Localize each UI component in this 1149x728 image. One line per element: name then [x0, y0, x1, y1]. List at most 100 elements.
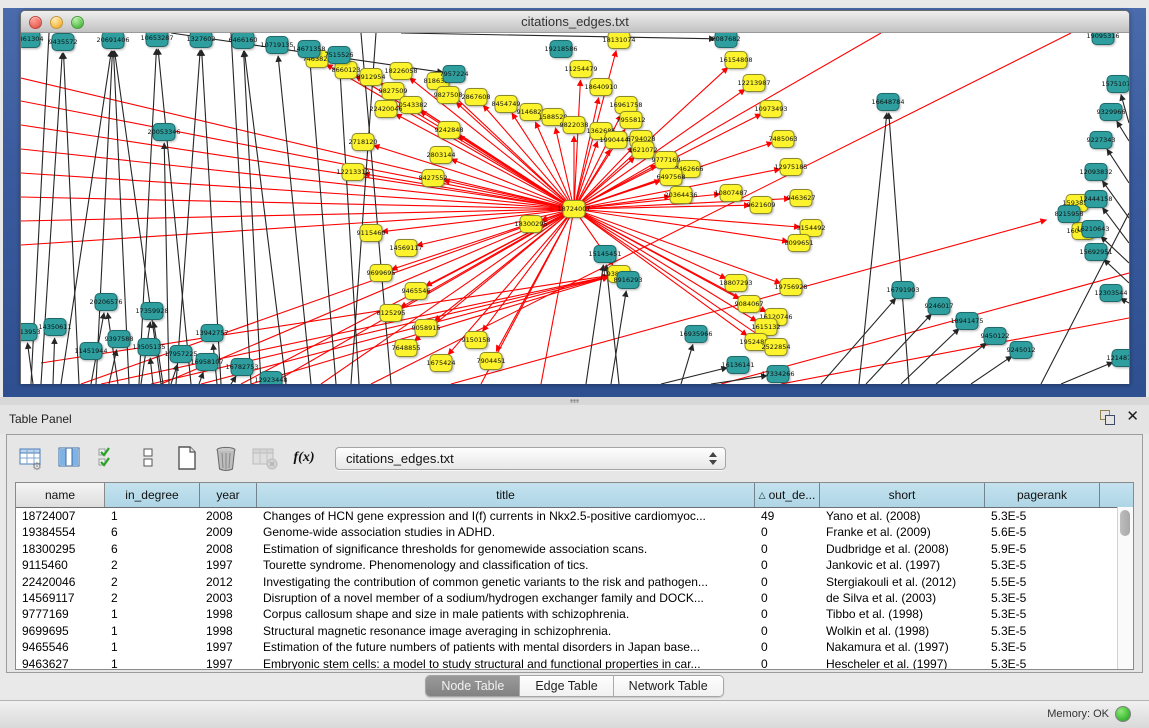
- table-cell[interactable]: Franke et al. (2009): [820, 524, 985, 540]
- graph-node-8125295[interactable]: 8125295: [377, 305, 406, 322]
- table-cell[interactable]: Structural magnetic resonance image aver…: [257, 623, 755, 639]
- graph-edge[interactable]: [889, 113, 909, 384]
- graph-edge[interactable]: [231, 33, 251, 384]
- graph-node-20206576[interactable]: 20206576: [89, 294, 122, 311]
- table-cell[interactable]: Estimation of significance thresholds fo…: [257, 541, 755, 557]
- graph-node-16648784[interactable]: 16648784: [871, 94, 904, 111]
- table-cell[interactable]: Yano et al. (2008): [820, 508, 985, 524]
- table-cell[interactable]: 14569117: [16, 590, 105, 606]
- graph-node-7485063[interactable]: 7485063: [769, 131, 798, 148]
- graph-node-16154808[interactable]: 16154808: [719, 52, 752, 69]
- column-select-checklist-icon[interactable]: [95, 444, 123, 472]
- graph-node-2718120[interactable]: 2718120: [349, 134, 378, 151]
- graph-edge[interactable]: [414, 209, 574, 341]
- graph-node-9245012[interactable]: 9245012: [1007, 342, 1036, 359]
- graph-edge[interactable]: [711, 376, 767, 384]
- graph-node-9827508[interactable]: 9827508: [434, 87, 463, 104]
- table-cell[interactable]: 0: [755, 639, 820, 655]
- graph-node-16136141[interactable]: 16136141: [721, 357, 754, 374]
- graph-node-9084067[interactable]: 9084067: [735, 296, 764, 313]
- table-cell[interactable]: 22420046: [16, 574, 105, 590]
- table-settings-icon[interactable]: ⚙: [17, 444, 45, 472]
- graph-node-20691406[interactable]: 20691406: [96, 33, 129, 49]
- graph-edge[interactable]: [108, 313, 118, 384]
- graph-node-2803144[interactable]: 2803144: [427, 147, 456, 164]
- table-cell[interactable]: 9115460: [16, 557, 105, 573]
- table-cell[interactable]: 5.3E-5: [985, 606, 1100, 622]
- graph-node-14569117[interactable]: 14569117: [389, 240, 422, 257]
- graph-node-6466160[interactable]: 6466160: [229, 33, 258, 49]
- table-cell[interactable]: 5.3E-5: [985, 639, 1100, 655]
- table-cell[interactable]: Wolkin et al. (1998): [820, 623, 985, 639]
- table-row[interactable]: 1830029562008Estimation of significance …: [16, 541, 1133, 557]
- table-cell[interactable]: 1998: [200, 606, 257, 622]
- graph-edge[interactable]: [21, 197, 574, 209]
- graph-edge[interactable]: [158, 49, 191, 384]
- table-cell[interactable]: Changes of HCN gene expression and I(f) …: [257, 508, 755, 524]
- table-cell[interactable]: Stergiakouli et al. (2012): [820, 574, 985, 590]
- graph-edge[interactable]: [936, 343, 986, 384]
- graph-node-13505135[interactable]: 13505135: [132, 339, 165, 356]
- column-header-out_de[interactable]: △out_de...: [755, 483, 820, 507]
- graph-node-15692951[interactable]: 15692951: [1079, 244, 1112, 261]
- graph-edge[interactable]: [574, 98, 599, 209]
- table-cell[interactable]: 5.3E-5: [985, 623, 1100, 639]
- graph-edge[interactable]: [1117, 121, 1129, 141]
- graph-node-15751074[interactable]: 15751074: [1101, 76, 1129, 93]
- graph-edge[interactable]: [401, 33, 715, 39]
- table-cell[interactable]: Genome-wide association studies in ADHD.: [257, 524, 755, 540]
- graph-node-17359928[interactable]: 17359928: [135, 303, 168, 320]
- graph-edge[interactable]: [1107, 149, 1129, 183]
- table-cell[interactable]: 1: [105, 623, 200, 639]
- table-cell[interactable]: 19384554: [16, 524, 105, 540]
- table-row[interactable]: 969969511998Structural magnetic resonanc…: [16, 623, 1133, 639]
- graph-node-9242848[interactable]: 9242848: [435, 122, 464, 139]
- tab-edge-table[interactable]: Edge Table: [519, 676, 612, 696]
- graph-node-8916293[interactable]: 8916293: [614, 272, 643, 289]
- table-selector-dropdown[interactable]: citations_edges.txt: [335, 447, 726, 470]
- table-cell[interactable]: 5.9E-5: [985, 541, 1100, 557]
- graph-node-18640910[interactable]: 18640910: [584, 79, 617, 96]
- graph-node-9154492[interactable]: 9154492: [797, 220, 826, 237]
- table-cell[interactable]: 1: [105, 508, 200, 524]
- graph-node-7904451[interactable]: 7904451: [477, 353, 506, 370]
- graph-node-12975185[interactable]: 12975185: [774, 159, 807, 176]
- column-header-in_degree[interactable]: in_degree: [105, 483, 200, 507]
- graph-node-18941475[interactable]: 18941475: [950, 313, 983, 330]
- graph-edge[interactable]: [426, 209, 574, 286]
- graph-edge[interactable]: [231, 376, 236, 384]
- table-cell[interactable]: 1: [105, 606, 200, 622]
- function-builder-icon[interactable]: f(x): [290, 444, 318, 472]
- graph-node-9227343[interactable]: 9227343: [1087, 132, 1116, 149]
- table-cell[interactable]: 5.6E-5: [985, 524, 1100, 540]
- graph-node-1615132[interactable]: 1615132: [752, 319, 781, 336]
- table-cell[interactable]: Nakamura et al. (1997): [820, 639, 985, 655]
- table-cell[interactable]: 1997: [200, 656, 257, 670]
- graph-node-9246017[interactable]: 9246017: [925, 298, 954, 315]
- graph-node-9397588[interactable]: 9397588: [105, 331, 134, 348]
- graph-edge[interactable]: [340, 66, 359, 384]
- table-row[interactable]: 1456911722003Disruption of a novel membe…: [16, 590, 1133, 606]
- table-row[interactable]: 1938455462009Genome-wide association stu…: [16, 524, 1133, 540]
- graph-node-9822038[interactable]: 9822038: [560, 117, 589, 134]
- table-cell[interactable]: Hescheler et al. (1997): [820, 656, 985, 670]
- table-cell[interactable]: 5.3E-5: [985, 557, 1100, 573]
- graph-node-7648855[interactable]: 7648855: [392, 340, 421, 357]
- graph-node-10719135[interactable]: 10719135: [260, 37, 293, 54]
- graph-node-2087682[interactable]: 2087682: [712, 33, 741, 48]
- table-cell[interactable]: 1997: [200, 639, 257, 655]
- table-cell[interactable]: 2: [105, 574, 200, 590]
- scrollbar-thumb[interactable]: [1120, 510, 1130, 536]
- tab-node-table[interactable]: Node Table: [426, 676, 519, 696]
- graph-node-20364436[interactable]: 20364436: [664, 187, 697, 204]
- graph-node-1861304[interactable]: 1861304: [21, 33, 43, 48]
- graph-edge[interactable]: [244, 51, 286, 384]
- graph-edge[interactable]: [661, 368, 727, 384]
- graph-node-8912954[interactable]: 8912954: [357, 69, 386, 86]
- table-cell[interactable]: 6: [105, 541, 200, 557]
- graph-edge[interactable]: [373, 145, 574, 209]
- table-cell[interactable]: 2: [105, 557, 200, 573]
- table-cell[interactable]: Investigating the contribution of common…: [257, 574, 755, 590]
- table-cell[interactable]: 5.3E-5: [985, 656, 1100, 670]
- new-table-icon[interactable]: [173, 444, 201, 472]
